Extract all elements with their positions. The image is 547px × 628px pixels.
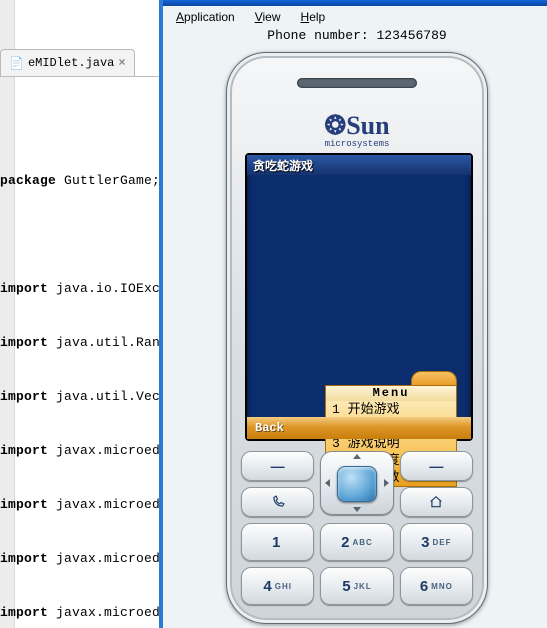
keyword: import: [0, 443, 48, 458]
call-button[interactable]: [241, 487, 314, 517]
app-title: 贪吃蛇游戏: [247, 155, 471, 175]
softkey-bar: Back: [247, 417, 471, 439]
phone-number-label: Phone number:: [267, 28, 376, 43]
menu-folder-tab: [411, 371, 457, 386]
dpad[interactable]: [320, 451, 393, 515]
keyword: package: [0, 173, 56, 188]
dpad-right-icon: [384, 479, 389, 487]
keyword: import: [0, 497, 48, 512]
keypad-4[interactable]: 4GHI: [241, 567, 314, 605]
keyword: import: [0, 605, 48, 620]
earpiece: [297, 78, 417, 88]
editor-tab-bar: 📄 eMIDlet.java ×: [0, 50, 135, 76]
java-file-icon: 📄: [9, 56, 24, 71]
keypad-5[interactable]: 5JKL: [320, 567, 393, 605]
sun-logo-subtitle: microsystems: [227, 139, 487, 149]
keypad-2[interactable]: 2ABC: [320, 523, 393, 561]
dpad-select-button[interactable]: [337, 466, 377, 502]
keyword: import: [0, 281, 48, 296]
package-name: GuttlerGame;: [56, 173, 160, 188]
phone-number-display: Phone number: 123456789: [163, 28, 547, 46]
file-tab[interactable]: 📄 eMIDlet.java ×: [0, 49, 135, 76]
keyword: import: [0, 551, 48, 566]
keypad-3[interactable]: 3DEF: [400, 523, 473, 561]
phone-handset-icon: [271, 495, 285, 509]
keyword: import: [0, 335, 48, 350]
menu-item[interactable]: 1 开始游戏: [326, 401, 456, 418]
soft-right-button[interactable]: —: [400, 451, 473, 481]
dpad-down-icon: [353, 507, 361, 512]
soft-left-button[interactable]: —: [241, 451, 314, 481]
phone-device: ❂Sun microsystems 贪吃蛇游戏 Menu 1 开始游戏2 退出游…: [226, 52, 488, 624]
file-tab-label: eMIDlet.java: [28, 56, 114, 70]
phone-number-value: 123456789: [377, 28, 447, 43]
close-tab-icon[interactable]: ×: [118, 56, 125, 70]
sun-logo: ❂Sun: [227, 111, 487, 141]
phone-screen[interactable]: 贪吃蛇游戏 Menu 1 开始游戏2 退出游戏3 游戏说明4 定义速度5 定义关…: [245, 153, 473, 441]
keypad-1[interactable]: 1: [241, 523, 314, 561]
house-icon: [429, 495, 443, 509]
phone-keypad: — —: [241, 451, 473, 605]
wtk-emulator-window: Application View Help Phone number: 1234…: [159, 0, 547, 628]
menubar: Application View Help: [163, 6, 547, 28]
dpad-up-icon: [353, 454, 361, 459]
home-button[interactable]: [400, 487, 473, 517]
keypad-6[interactable]: 6MNO: [400, 567, 473, 605]
keyword: import: [0, 389, 48, 404]
menu-application[interactable]: Application: [167, 6, 244, 28]
menu-help[interactable]: Help: [292, 6, 335, 28]
menu-view[interactable]: View: [246, 6, 290, 28]
dpad-left-icon: [325, 479, 330, 487]
softkey-left[interactable]: Back: [255, 421, 284, 435]
